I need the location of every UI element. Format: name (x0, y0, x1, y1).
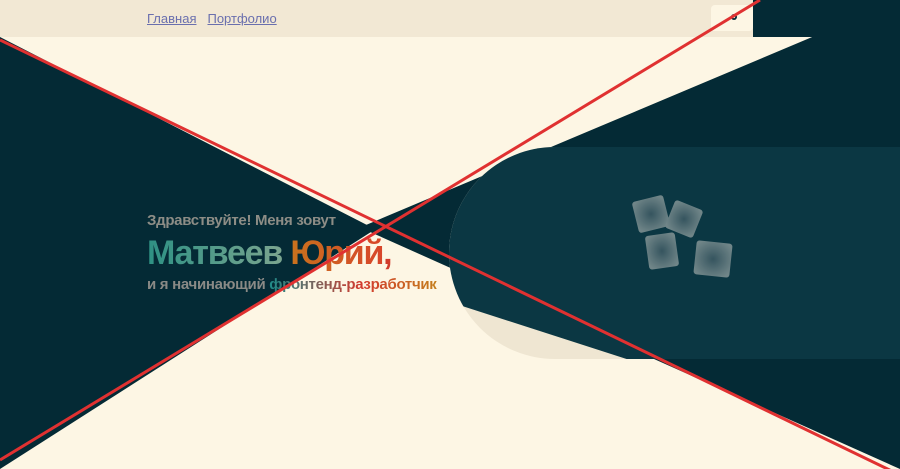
cross-out-icon (0, 0, 892, 469)
